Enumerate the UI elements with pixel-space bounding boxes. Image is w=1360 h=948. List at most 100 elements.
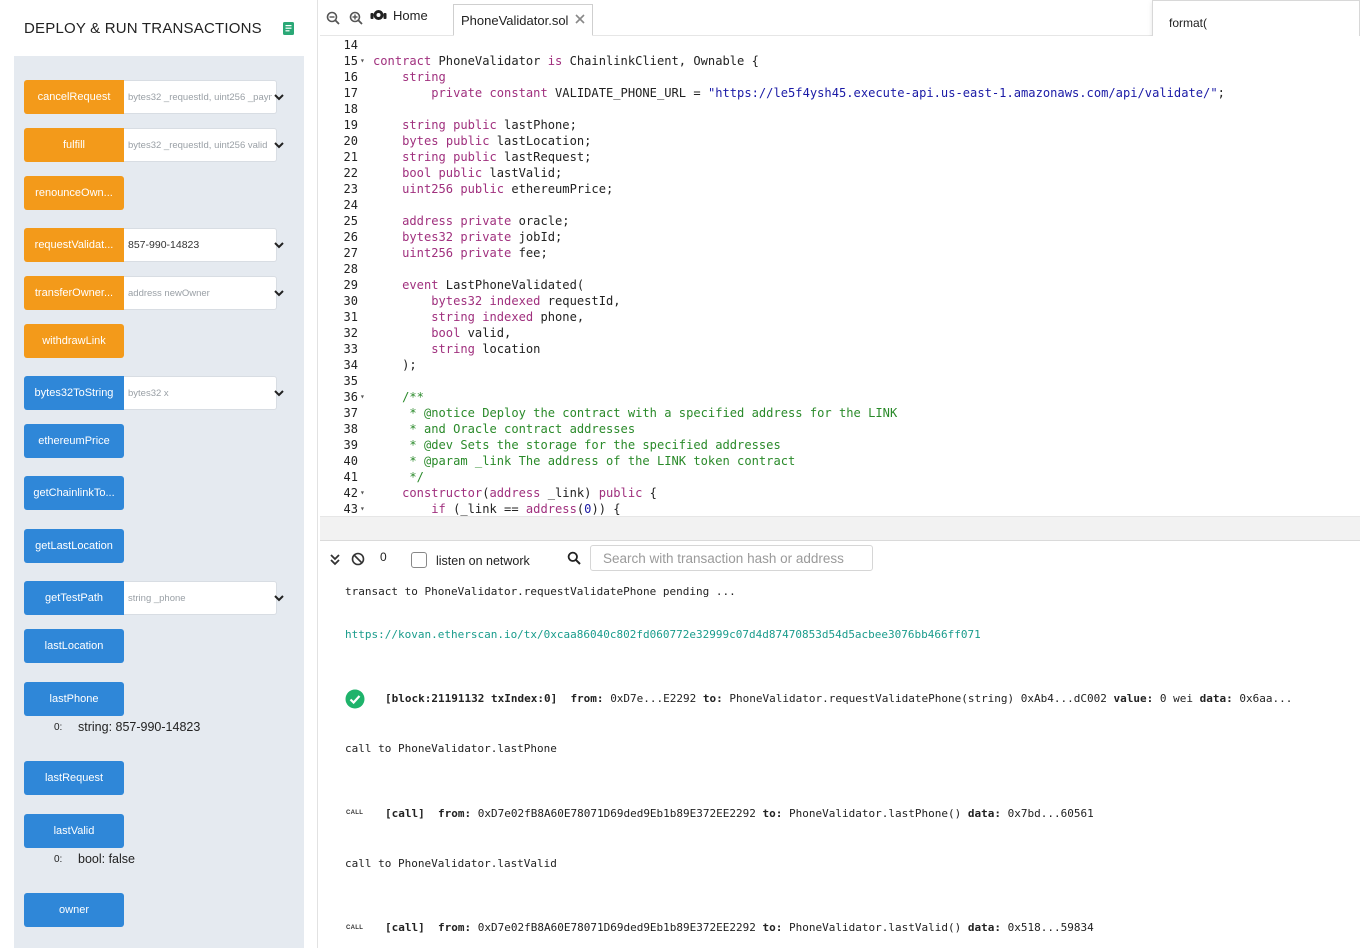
line-number: 25 <box>343 214 358 228</box>
bytes32ToString-args-input[interactable] <box>124 376 277 410</box>
fold-toggle-icon[interactable]: ▾ <box>360 485 368 501</box>
code-line[interactable]: * @notice Deploy the contract with a spe… <box>373 405 897 421</box>
getTestPath-args-input[interactable] <box>124 581 277 615</box>
deploy-run-panel: DEPLOY & RUN TRANSACTIONS cancelRequest … <box>0 0 318 948</box>
clear-console-icon[interactable] <box>351 552 365 566</box>
tx-receipt-line[interactable]: [block:21191132 txIndex:0] from: 0xD7e..… <box>385 692 1292 705</box>
result-value: string: 857-990-14823 <box>78 720 201 734</box>
withdrawLink-button[interactable]: withdrawLink <box>24 324 124 358</box>
line-number: 22 <box>343 166 358 180</box>
transaction-search-input[interactable] <box>590 545 873 571</box>
function-row-getChainlinkToken: getChainlinkTo... <box>24 476 124 510</box>
function-row-withdrawLink: withdrawLink <box>24 324 124 358</box>
tx-value: 0 wei <box>1159 692 1194 705</box>
code-line[interactable]: bool valid, <box>373 325 511 341</box>
code-line[interactable]: * @param _link The address of the LINK t… <box>373 453 795 469</box>
fold-toggle-icon[interactable]: ▾ <box>360 501 368 516</box>
getChainlinkToken-button[interactable]: getChainlinkTo... <box>24 476 124 510</box>
pending-message: transact to PhoneValidator.requestValida… <box>345 585 736 598</box>
lastLocation-button[interactable]: lastLocation <box>24 629 124 663</box>
code-line[interactable]: * and Oracle contract addresses <box>373 421 635 437</box>
home-tab[interactable]: Home <box>370 8 428 23</box>
code-line[interactable]: string <box>373 69 446 85</box>
line-number-gutter: 14 15 ▾ 16 17 18 19 20 21 22 23 24 25 26 27 28 29 30 31 32 3… <box>320 36 370 516</box>
transferOwnership-button[interactable]: transferOwner... <box>24 276 124 310</box>
code-line[interactable]: string public lastRequest; <box>373 149 591 165</box>
cancelRequest-button[interactable]: cancelRequest <box>24 80 124 114</box>
lastValid-result: 0: bool: false <box>54 852 135 866</box>
zoom-in-icon[interactable] <box>349 11 363 25</box>
fulfill-args-input[interactable] <box>124 128 277 162</box>
code-line[interactable]: uint256 public ethereumPrice; <box>373 181 613 197</box>
code-line[interactable]: * @dev Sets the storage for the specifie… <box>373 437 780 453</box>
function-row-lastLocation: lastLocation <box>24 629 124 663</box>
code-line[interactable]: if (_link == address(0)) { <box>373 501 620 516</box>
function-row-requestValidatePhone: requestValidat... <box>24 228 277 262</box>
getLastLocation-button[interactable]: getLastLocation <box>24 529 124 563</box>
code-line[interactable]: uint256 private fee; <box>373 245 548 261</box>
transferOwnership-args-input[interactable] <box>124 276 277 310</box>
fulfill-button[interactable]: fulfill <box>24 128 124 162</box>
code-line[interactable]: bool public lastValid; <box>373 165 562 181</box>
tx-from: 0xD7e...E2292 <box>610 692 697 705</box>
call-receipt-lastValid[interactable]: [call] from: 0xD7e02fB8A60E78071D69ded9E… <box>385 921 1094 934</box>
tab-phonevalidator-sol[interactable]: PhoneValidator.sol <box>453 4 593 36</box>
code-line[interactable]: event LastPhoneValidated( <box>373 277 584 293</box>
close-icon[interactable] <box>574 13 586 25</box>
line-number: 36 <box>343 390 358 404</box>
code-line[interactable]: ); <box>373 357 417 373</box>
editor-horizontal-scrollbar[interactable] <box>320 516 1360 540</box>
call-tag: [call] <box>385 921 425 934</box>
panel-title: DEPLOY & RUN TRANSACTIONS <box>24 20 262 37</box>
code-line[interactable]: string location <box>373 341 540 357</box>
find-query[interactable]: format( <box>1169 16 1207 30</box>
function-row-lastPhone: lastPhone <box>24 682 124 716</box>
call-receipt-lastPhone[interactable]: [call] from: 0xD7e02fB8A60E78071D69ded9E… <box>385 807 1094 820</box>
chevron-down-icon[interactable] <box>273 139 285 151</box>
bytes32ToString-button[interactable]: bytes32ToString <box>24 376 124 410</box>
chevron-down-icon[interactable] <box>273 287 285 299</box>
function-row-fulfill: fulfill <box>24 128 277 162</box>
collapse-terminal-icon[interactable] <box>328 552 342 566</box>
documentation-icon[interactable] <box>283 22 294 35</box>
owner-button[interactable]: owner <box>24 893 124 927</box>
code-line[interactable]: private constant VALIDATE_PHONE_URL = "h… <box>373 85 1225 101</box>
renounceOwnership-button[interactable]: renounceOwn... <box>24 176 124 210</box>
getTestPath-button[interactable]: getTestPath <box>24 581 124 615</box>
chevron-down-icon[interactable] <box>273 592 285 604</box>
code-line[interactable]: bytes32 indexed requestId, <box>373 293 620 309</box>
code-editor[interactable]: 14 15 ▾ 16 17 18 19 20 21 22 23 24 25 26 27 28 29 30 31 32 3… <box>320 36 1360 516</box>
code-line[interactable]: string indexed phone, <box>373 309 584 325</box>
ethereumPrice-button[interactable]: ethereumPrice <box>24 424 124 458</box>
code-line[interactable]: string public lastPhone; <box>373 117 577 133</box>
code-line[interactable]: contract PhoneValidator is ChainlinkClie… <box>373 53 759 69</box>
lastPhone-button[interactable]: lastPhone <box>24 682 124 716</box>
lastRequest-button[interactable]: lastRequest <box>24 761 124 795</box>
chevron-down-icon[interactable] <box>273 239 285 251</box>
fold-toggle-icon[interactable]: ▾ <box>360 389 368 405</box>
fold-toggle-icon[interactable]: ▾ <box>360 53 368 69</box>
code-line[interactable]: */ <box>373 469 424 485</box>
etherscan-link[interactable]: https://kovan.etherscan.io/tx/0xcaa86040… <box>345 628 981 641</box>
lastValid-button[interactable]: lastValid <box>24 814 124 848</box>
chevron-down-icon[interactable] <box>273 91 285 103</box>
line-number: 15 <box>343 54 358 68</box>
function-row-renounceOwnership: renounceOwn... <box>24 176 124 210</box>
line-number: 40 <box>343 454 358 468</box>
call-from: 0xD7e02fB8A60E78071D69ded9Eb1b89E372EE22… <box>477 921 756 934</box>
requestValidatePhone-args-input[interactable] <box>124 228 277 262</box>
code-line[interactable]: constructor(address _link) public { <box>373 485 657 501</box>
code-line[interactable]: /** <box>373 389 424 405</box>
cancelRequest-args-input[interactable] <box>124 80 277 114</box>
listen-on-network-label: listen on network <box>436 554 530 568</box>
tx-value-label: value: <box>1113 692 1154 705</box>
code-line[interactable]: address private oracle; <box>373 213 569 229</box>
zoom-out-icon[interactable] <box>326 11 340 25</box>
requestValidatePhone-button[interactable]: requestValidat... <box>24 228 124 262</box>
tx-to: PhoneValidator.requestValidatePhone(stri… <box>729 692 1107 705</box>
code-line[interactable]: bytes32 private jobId; <box>373 229 562 245</box>
line-number: 18 <box>343 102 358 116</box>
code-line[interactable]: bytes public lastLocation; <box>373 133 591 149</box>
listen-on-network-checkbox[interactable] <box>411 552 427 568</box>
chevron-down-icon[interactable] <box>273 387 285 399</box>
